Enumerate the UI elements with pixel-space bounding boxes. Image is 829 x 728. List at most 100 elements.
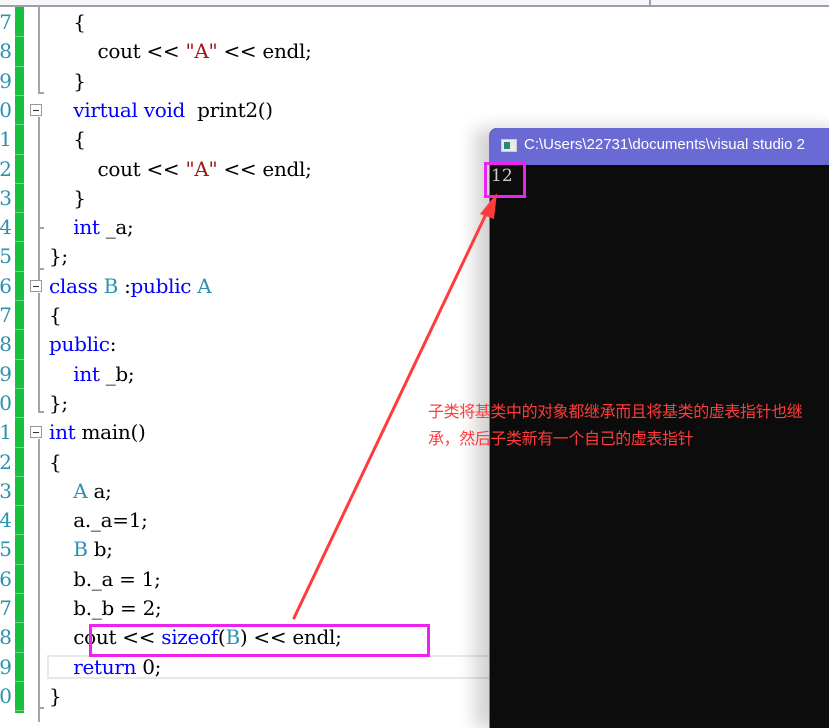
keyword-token: int (73, 215, 100, 240)
code-text: { (49, 125, 86, 154)
keyword-token: class (49, 273, 98, 298)
code-token: { (49, 303, 62, 327)
outline-guide (38, 292, 40, 414)
margin-separator (15, 593, 24, 594)
keyword-token: int (49, 420, 76, 445)
margin-separator (15, 651, 24, 653)
code-text: }; (49, 242, 68, 271)
annotation-text: 子类将基类中的对象都继承而且将基类的虚表指针也继承，然后子类新有一个自己的虚表指… (428, 402, 803, 448)
line-number: 9 (0, 654, 12, 679)
margin-separator (15, 270, 24, 272)
line-number: 8 (0, 39, 12, 64)
console-app-icon (501, 139, 517, 152)
code-text: } (49, 67, 86, 96)
outline-guide-end (38, 267, 44, 270)
line-number: 9 (0, 68, 12, 93)
code-line[interactable]: 8 cout << "A" << endl; (0, 37, 829, 66)
outline-guide-end (38, 411, 44, 414)
code-text: { (49, 8, 86, 37)
code-line[interactable]: 0 virtual void print2() (0, 96, 829, 125)
outline-guide (38, 439, 40, 723)
margin-separator (15, 475, 24, 477)
margin-separator (15, 446, 24, 448)
line-number: 6 (0, 273, 12, 298)
line-number: 2 (0, 156, 12, 181)
code-token: b._b = 2; (49, 596, 162, 620)
line-number: 7 (0, 303, 12, 327)
line-number: 1 (0, 127, 12, 152)
code-line[interactable]: 9 } (0, 67, 829, 96)
line-number: 0 (0, 97, 12, 122)
console-title: C:\Users\22731\documents\visual studio 2 (524, 136, 805, 153)
code-token: }; (49, 390, 68, 415)
outline-guide (38, 7, 40, 92)
code-text: } (49, 682, 62, 711)
code-line[interactable]: 7 { (0, 8, 829, 37)
line-number: 1 (0, 420, 12, 445)
code-text: cout << "A" << endl; (49, 155, 312, 184)
code-token: cout << (49, 39, 186, 64)
current-line-highlight (47, 655, 492, 679)
line-number: 8 (0, 332, 12, 357)
collapse-toggle-icon[interactable] (30, 103, 42, 116)
margin-separator (15, 417, 24, 419)
keyword-token: void (143, 97, 186, 122)
keyword-token: public (130, 273, 192, 298)
code-token: } (49, 68, 86, 93)
console-title-bar[interactable]: C:\Users\22731\documents\visual studio 2 (490, 128, 829, 165)
code-token: } (49, 683, 62, 708)
string-token: "A" (185, 156, 218, 181)
code-text: { (49, 448, 62, 477)
code-token: { (49, 449, 62, 474)
margin-separator (15, 94, 24, 96)
collapse-toggle-icon[interactable] (30, 426, 42, 439)
margin-separator (15, 534, 24, 536)
line-number: 5 (0, 244, 12, 269)
outline-guide-end (38, 707, 44, 710)
line-number: 9 (0, 361, 12, 386)
margin-separator (15, 212, 24, 214)
keyword-token: public (49, 332, 110, 357)
output-highlight-box (484, 162, 526, 198)
outline-guide (38, 229, 40, 280)
code-token: b; (87, 537, 113, 562)
code-text: b._b = 2; (49, 594, 162, 623)
code-token: { (49, 10, 86, 34)
margin-separator (15, 505, 24, 507)
margin-separator (15, 622, 24, 624)
code-token: print2() (185, 97, 273, 122)
margin-separator (15, 300, 24, 301)
sizeof-highlight-box (89, 624, 430, 657)
outline-guide-end (38, 91, 44, 94)
line-number: 8 (0, 625, 12, 650)
code-text: int _a; (49, 213, 134, 242)
line-number: 6 (0, 566, 12, 591)
code-text: int _b; (49, 360, 134, 389)
code-text: cout << "A" << endl; (49, 37, 311, 66)
code-token: }; (49, 244, 68, 269)
code-text: }; (49, 389, 68, 418)
code-text: class B :public A (49, 272, 212, 301)
line-number: 4 (0, 508, 12, 533)
code-token: << endl; (217, 156, 312, 181)
margin-separator (15, 563, 24, 565)
code-text: { (49, 301, 62, 330)
code-text: b._a = 1; (49, 565, 161, 594)
code-token: : (109, 332, 117, 357)
code-token: a._a=1; (49, 508, 148, 533)
editor-tab-strip (0, 0, 829, 7)
line-number: 7 (0, 596, 12, 620)
line-number: 3 (0, 185, 12, 210)
code-token: _a; (99, 215, 134, 240)
margin-separator (15, 358, 24, 360)
code-text: } (49, 184, 86, 213)
code-text: B b; (49, 535, 113, 564)
code-text: int main() (49, 418, 146, 447)
margin-separator (15, 153, 24, 155)
collapse-toggle-icon[interactable] (30, 279, 42, 292)
